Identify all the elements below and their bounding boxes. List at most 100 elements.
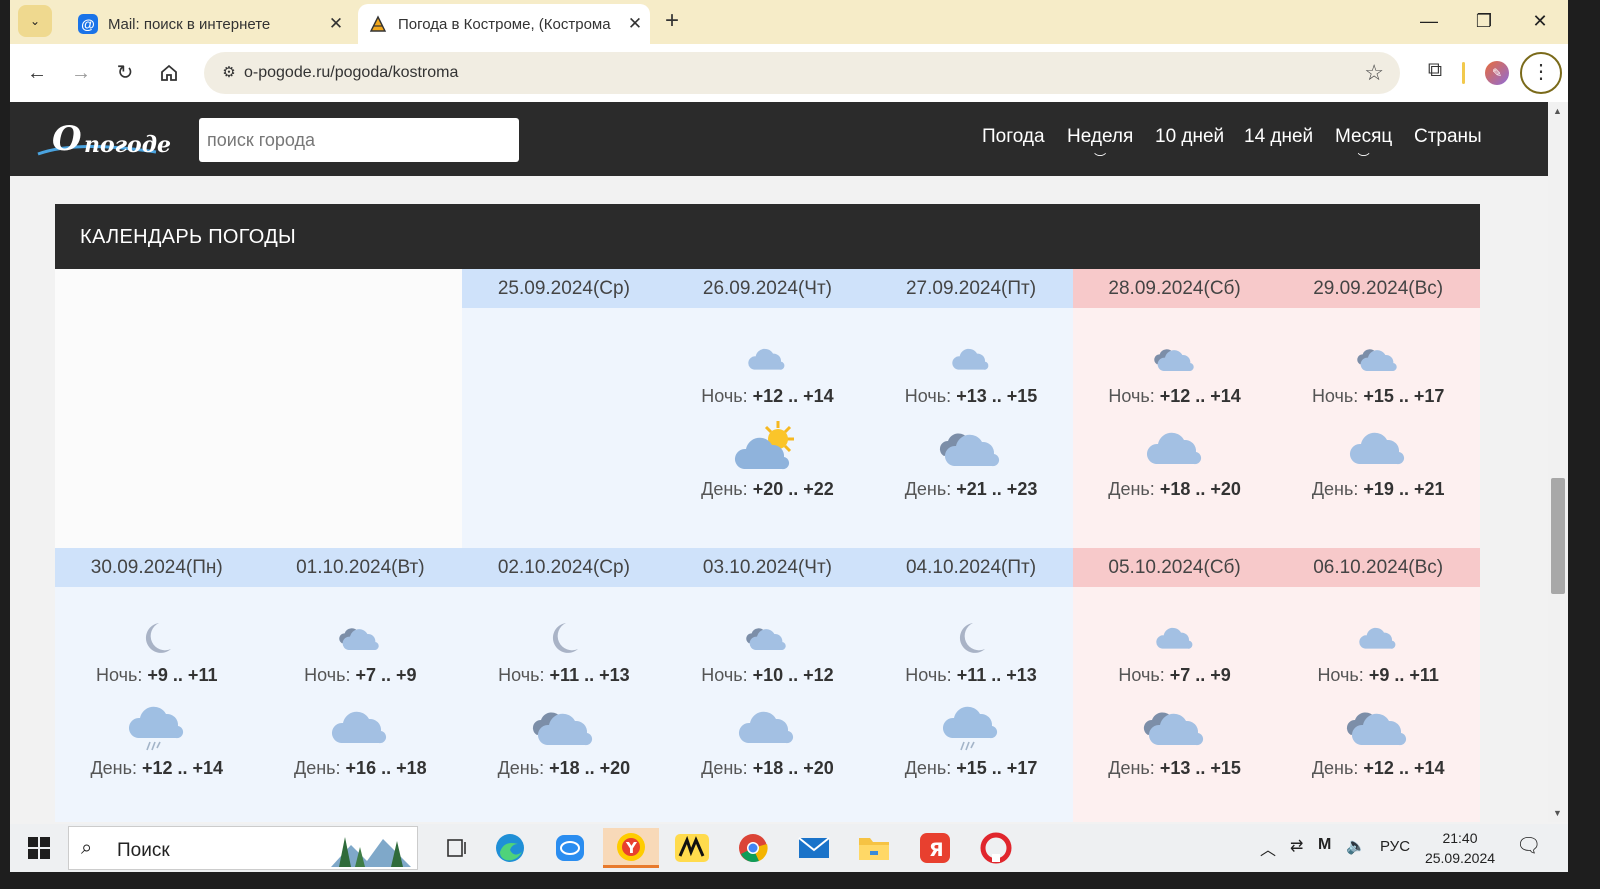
scroll-down-icon[interactable]: ▼ xyxy=(1553,808,1562,818)
day-temperature: День: +18 .. +20 xyxy=(462,758,666,779)
day-date: 01.10.2024(Вт) xyxy=(258,548,463,587)
city-search-input[interactable] xyxy=(199,118,519,162)
forward-icon[interactable]: → xyxy=(66,58,96,88)
day-cell[interactable]: 30.09.2024(Пн) Ночь: +9 .. +11 День: +12 .… xyxy=(55,548,259,822)
nav-label: Погода xyxy=(982,126,1045,147)
page-scrollbar[interactable]: ▲ ▼ xyxy=(1548,102,1568,822)
day-label: День: xyxy=(1311,758,1359,778)
day-cell[interactable]: 06.10.2024(Вс) Ночь: +9 .. +11 День: +12 .… xyxy=(1276,548,1480,822)
calendar-week: 25.09.2024(Ср) 26.09.2024(Чт) Ночь: +12 ..… xyxy=(55,269,1480,549)
screen-bottom-edge xyxy=(0,872,1600,889)
day-cell[interactable]: 29.09.2024(Вс) Ночь: +15 .. +17 День: +19 … xyxy=(1276,269,1480,549)
day-temperature: День: +18 .. +20 xyxy=(1073,479,1277,500)
edge-browser-icon[interactable] xyxy=(482,828,538,868)
yandex-browser-icon[interactable]: Y xyxy=(603,828,659,868)
day-cell[interactable]: 05.10.2024(Сб) Ночь: +7 .. +9 День: +13 ..… xyxy=(1072,548,1277,822)
day-range: +13 .. +15 xyxy=(1159,758,1241,778)
day-label: День: xyxy=(1108,479,1155,499)
search-highlight-image xyxy=(331,837,411,867)
day-temperature: День: +12 .. +14 xyxy=(1276,758,1480,779)
nav-weather[interactable]: Погода xyxy=(982,126,1045,148)
nav-14-days[interactable]: 14 дней xyxy=(1244,126,1313,148)
tray-expand-icon[interactable]: ︿ xyxy=(1260,836,1276,860)
overcast-icon xyxy=(531,698,597,756)
empty-day-cell xyxy=(258,269,463,549)
yandex-music-icon[interactable] xyxy=(664,828,720,868)
site-header: O погоде Погода Неделя︶ 10 дней 14 дней … xyxy=(10,102,1548,176)
mail-app-icon[interactable] xyxy=(786,828,842,868)
minimize-icon[interactable]: — xyxy=(1404,6,1454,36)
back-icon[interactable]: ← xyxy=(22,58,52,88)
extensions-icon[interactable]: ⧉ xyxy=(1422,59,1448,85)
profile-avatar[interactable]: ✎ xyxy=(1485,61,1509,85)
taskbar-search[interactable]: ⌕ Поиск xyxy=(68,826,418,870)
site-info-icon[interactable]: ⚙ xyxy=(218,62,240,84)
day-cell[interactable]: 27.09.2024(Пт) Ночь: +13 .. +15 День: +21 … xyxy=(869,269,1073,549)
tab-mail[interactable]: @ Mail: поиск в интернете ✕ xyxy=(66,4,351,44)
day-temperature: День: +13 .. +15 xyxy=(1073,758,1277,779)
browser-menu-icon[interactable]: ⋮ xyxy=(1520,52,1562,94)
address-bar[interactable]: ⚙ o-pogode.ru/pogoda/kostroma ☆ xyxy=(204,52,1400,94)
day-temperature: День: +20 .. +22 xyxy=(666,479,870,500)
volume-icon[interactable]: 🔈 xyxy=(1346,836,1366,856)
day-cell[interactable]: 25.09.2024(Ср) xyxy=(462,269,666,549)
signal-icon[interactable]: M xyxy=(1318,836,1331,854)
home-icon[interactable] xyxy=(154,58,184,88)
new-tab-button[interactable]: + xyxy=(658,8,686,36)
site-logo[interactable]: O погоде xyxy=(36,118,186,162)
opera-icon[interactable] xyxy=(968,828,1024,868)
file-explorer-icon[interactable] xyxy=(846,828,902,868)
close-tab-icon[interactable]: ✕ xyxy=(620,14,650,34)
day-range: +21 .. +23 xyxy=(956,479,1038,499)
overcast-icon xyxy=(1153,341,1197,377)
windows-start-icon[interactable] xyxy=(28,837,50,859)
notifications-icon[interactable]: 🗨 xyxy=(1516,833,1541,858)
day-cell[interactable]: 26.09.2024(Чт) Ночь: +12 .. +14 День: +20 … xyxy=(665,269,870,549)
system-clock[interactable]: 21:40 25.09.2024 xyxy=(1420,828,1500,868)
night-range: +15 .. +17 xyxy=(1363,386,1445,406)
day-date: 30.09.2024(Пн) xyxy=(55,548,259,587)
reload-icon[interactable]: ↻ xyxy=(110,58,140,88)
day-label: День: xyxy=(701,758,748,778)
day-cell[interactable]: 28.09.2024(Сб) Ночь: +12 .. +14 День: +18 … xyxy=(1072,269,1277,549)
moon-icon xyxy=(542,620,586,656)
nav-week[interactable]: Неделя ︶ xyxy=(1067,126,1133,166)
url-text[interactable]: o-pogode.ru/pogoda/kostroma xyxy=(244,64,458,82)
messenger-icon[interactable] xyxy=(542,828,598,868)
moon-icon xyxy=(949,620,993,656)
day-label: День: xyxy=(90,758,137,778)
language-indicator[interactable]: РУС xyxy=(1380,838,1410,855)
day-cell[interactable]: 04.10.2024(Пт) Ночь: +11 .. +13 День: +15 … xyxy=(869,548,1073,822)
nav-10-days[interactable]: 10 дней xyxy=(1155,126,1224,148)
tab-weather[interactable]: Погода в Костроме, (Кострома ✕ xyxy=(358,4,650,44)
chrome-icon[interactable] xyxy=(725,828,781,868)
yandex-icon[interactable]: Я xyxy=(907,828,963,868)
night-label: Ночь: xyxy=(96,665,143,685)
scroll-up-icon[interactable]: ▲ xyxy=(1553,106,1562,116)
day-range: +18 .. +20 xyxy=(549,758,631,778)
day-cell[interactable]: 02.10.2024(Ср) Ночь: +11 .. +13 День: +18 … xyxy=(462,548,666,822)
tab-search-button[interactable]: ⌄ xyxy=(18,5,52,37)
day-cell[interactable]: 01.10.2024(Вт) Ночь: +7 .. +9 День: +16 ..… xyxy=(258,548,463,822)
nav-month[interactable]: Месяц ︶ xyxy=(1335,126,1392,166)
restore-icon[interactable]: ❐ xyxy=(1459,6,1509,36)
network-settings-icon[interactable]: ⇄ xyxy=(1290,836,1303,856)
nav-countries[interactable]: Страны xyxy=(1414,126,1482,148)
task-view-icon[interactable] xyxy=(430,828,486,868)
night-label: Ночь: xyxy=(905,665,952,685)
day-cell[interactable]: 03.10.2024(Чт) Ночь: +10 .. +12 День: +18 … xyxy=(665,548,870,822)
close-tab-icon[interactable]: ✕ xyxy=(321,14,351,34)
weather-favicon-icon xyxy=(368,14,388,34)
night-temperature: Ночь: +7 .. +9 xyxy=(1073,665,1277,686)
day-range: +15 .. +17 xyxy=(956,758,1038,778)
close-window-icon[interactable]: ✕ xyxy=(1515,6,1565,36)
scroll-thumb[interactable] xyxy=(1551,478,1565,594)
night-temperature: Ночь: +13 .. +15 xyxy=(869,386,1073,407)
bookmark-star-icon[interactable]: ☆ xyxy=(1364,60,1384,86)
cloud-icon xyxy=(745,341,789,377)
clock-date: 25.09.2024 xyxy=(1424,850,1496,866)
search-icon: ⌕ xyxy=(81,837,93,859)
night-temperature: Ночь: +9 .. +11 xyxy=(1276,665,1480,686)
cloud-icon xyxy=(949,341,993,377)
window-edge xyxy=(0,0,10,872)
